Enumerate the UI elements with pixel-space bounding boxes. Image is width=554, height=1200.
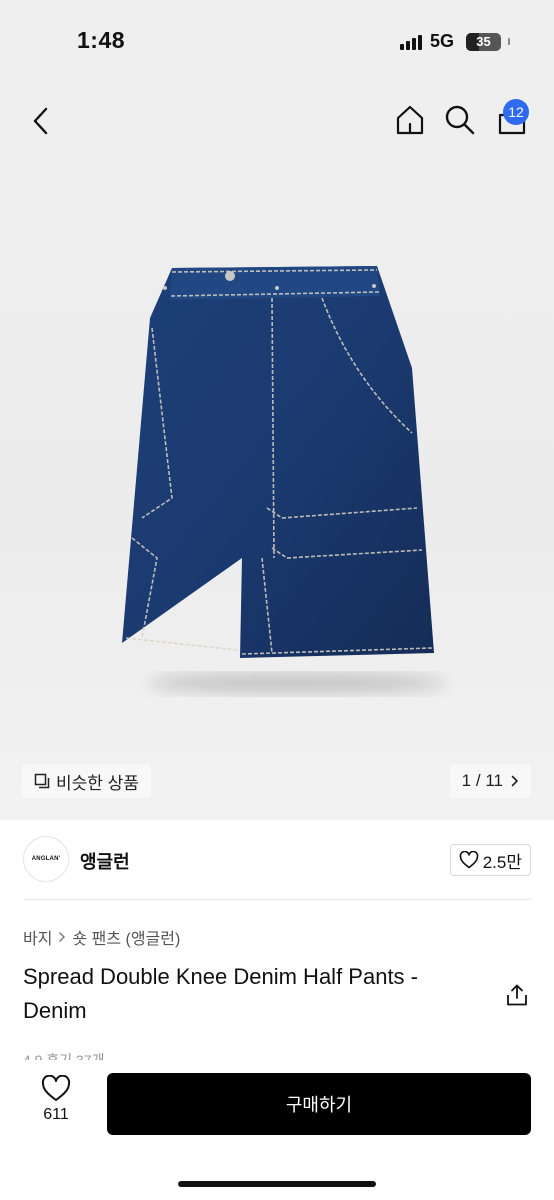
wishlist-button[interactable]: 611 — [34, 1075, 78, 1124]
brand-name[interactable]: 앵글런 — [80, 848, 130, 874]
chevron-right-icon — [59, 932, 66, 942]
network-type: 5G — [429, 31, 454, 51]
share-button[interactable] — [504, 982, 530, 1008]
heart-icon — [459, 851, 479, 869]
home-button[interactable] — [393, 102, 427, 138]
gallery-counter-text: 1 / 11 — [461, 771, 503, 790]
gallery-page-counter[interactable]: 1 / 11 — [449, 764, 531, 798]
home-icon — [396, 105, 424, 135]
cart-count-badge: 12 — [503, 99, 529, 125]
product-image — [122, 266, 447, 693]
product-title: Spread Double Knee Denim Half Pants - De… — [23, 964, 418, 1023]
brand-like-button[interactable]: 2.5만 — [449, 844, 531, 876]
heart-icon — [41, 1075, 71, 1101]
brand-logo[interactable]: ANGLAN' — [23, 836, 69, 882]
chevron-left-icon — [33, 107, 48, 135]
signal-icon — [399, 34, 422, 50]
brand-row: ANGLAN' 앵글런 2.5만 — [0, 836, 554, 884]
battery-level: 35 — [476, 34, 491, 49]
share-icon — [507, 984, 527, 1006]
breadcrumb-subcategory[interactable]: 숏 팬츠 (앵글런) — [72, 925, 180, 949]
search-icon — [445, 105, 475, 135]
chevron-right-icon — [511, 775, 519, 787]
status-bar: 1:48 5G 35 — [0, 0, 554, 84]
divider — [23, 899, 531, 900]
similar-products-button[interactable]: 비슷한 상품 — [22, 764, 151, 798]
battery-icon: 35 — [466, 32, 501, 51]
breadcrumb: 바지 숏 팬츠 (앵글런) — [23, 925, 180, 949]
search-button[interactable] — [443, 102, 477, 138]
rating-summary: 4.9 후기 37개 — [23, 1052, 105, 1060]
brand-likes-count: 2.5만 — [482, 852, 522, 872]
home-indicator — [178, 1181, 376, 1187]
buy-button[interactable]: 구매하기 — [107, 1073, 531, 1135]
status-icons: 5G 35 — [399, 31, 510, 52]
back-button[interactable] — [26, 104, 56, 138]
breadcrumb-category[interactable]: 바지 — [23, 925, 52, 949]
copy-icon — [34, 773, 50, 789]
status-time: 1:48 — [77, 27, 126, 53]
similar-products-label: 비슷한 상품 — [56, 773, 139, 793]
wishlist-count: 611 — [43, 1106, 69, 1123]
